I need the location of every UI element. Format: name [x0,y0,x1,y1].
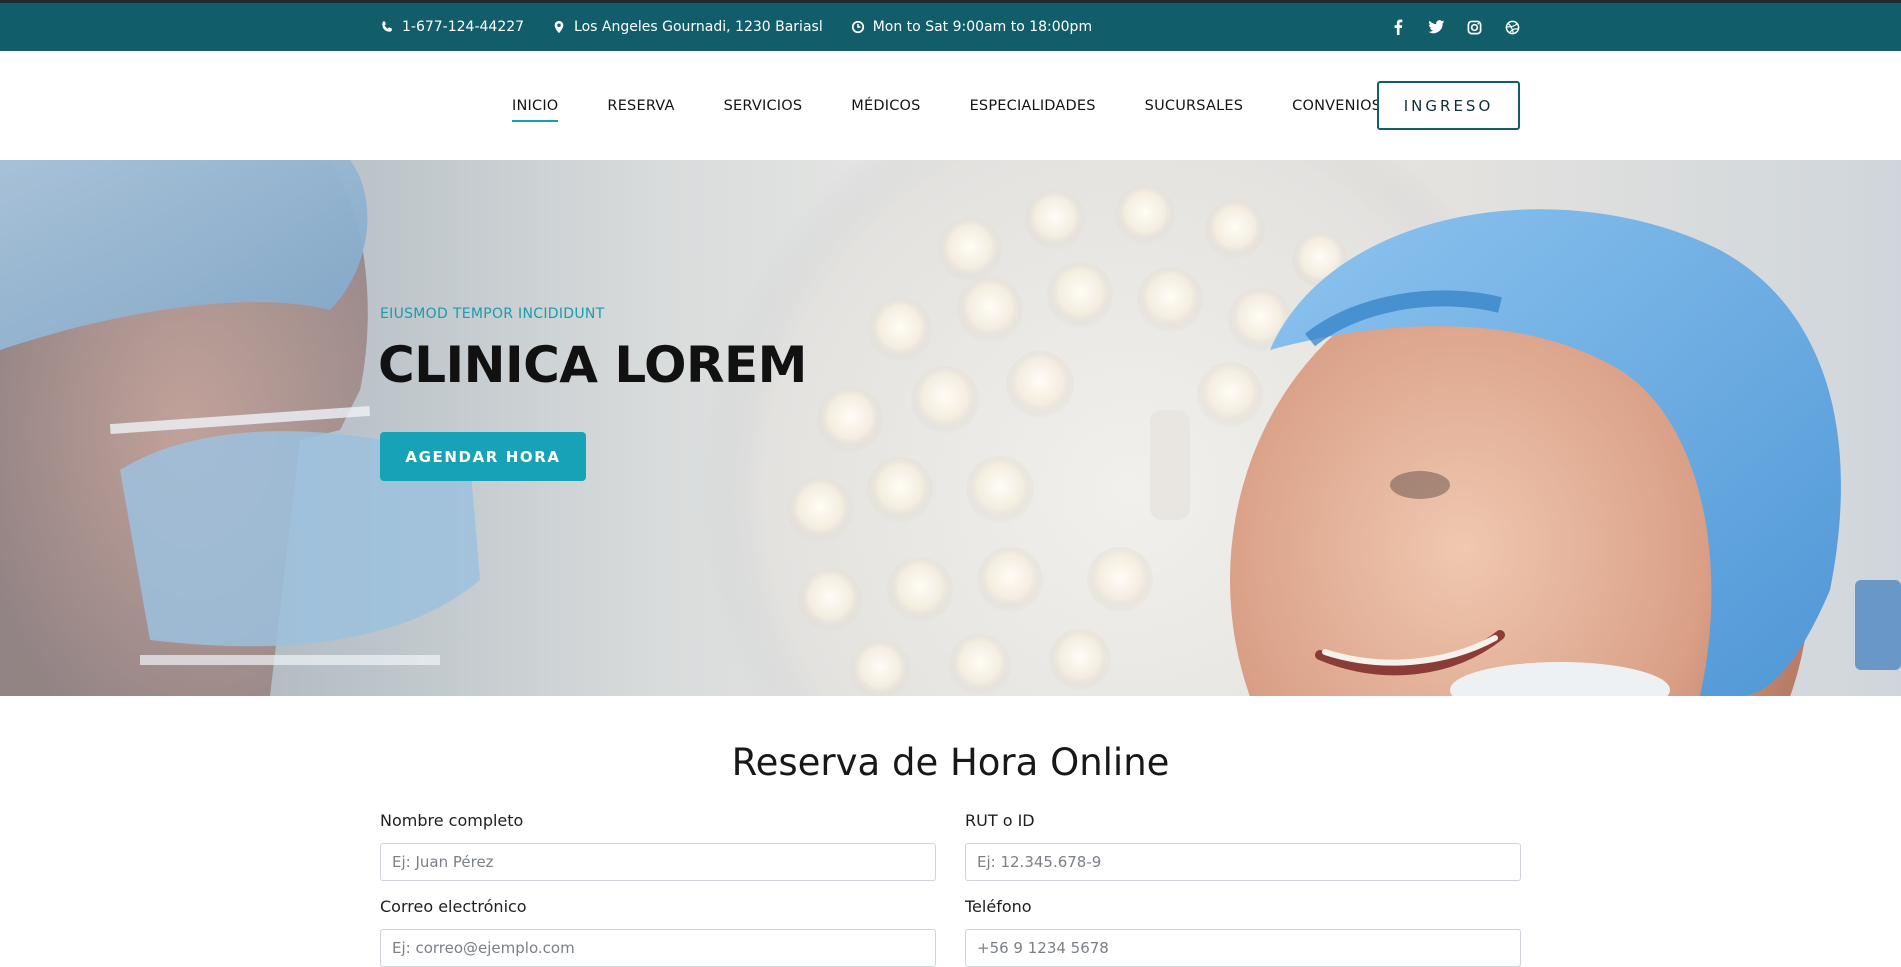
email-label: Correo electrónico [380,897,527,916]
nav-item-servicios[interactable]: SERVICIOS [724,94,803,118]
nav-item-medicos[interactable]: MÉDICOS [851,94,920,118]
email-input[interactable] [380,929,936,967]
nav-item-sucursales[interactable]: SUCURSALES [1145,94,1243,118]
full-name-label: Nombre completo [380,811,524,830]
facebook-icon[interactable] [1389,18,1407,36]
booking-title: Reserva de Hora Online [731,741,1170,784]
rut-label: RUT o ID [965,811,1035,830]
address-text: Los Angeles Gournadi, 1230 Bariasl [574,19,823,35]
hero-background-image [0,160,1901,696]
rut-input[interactable] [965,843,1521,881]
book-appointment-button[interactable]: AGENDAR HORA [380,432,586,481]
booking-section: Reserva de Hora Online Nombre completo R… [0,696,1901,967]
map-pin-icon [554,20,564,34]
full-name-input[interactable] [380,843,936,881]
hero-banner: EIUSMOD TEMPOR INCIDIDUNT CLINICA LOREM … [0,160,1901,696]
instagram-icon[interactable] [1465,18,1483,36]
social-links [1389,18,1521,36]
hero-eyebrow: EIUSMOD TEMPOR INCIDIDUNT [380,306,605,322]
main-nav: INICIO RESERVA SERVICIOS MÉDICOS ESPECIA… [0,51,1901,160]
phone-input[interactable] [965,929,1521,967]
dribbble-icon[interactable] [1503,18,1521,36]
hours-contact: Mon to Sat 9:00am to 18:00pm [851,19,1092,35]
nav-item-convenios[interactable]: CONVENIOS [1292,94,1381,118]
nav-item-especialidades[interactable]: ESPECIALIDADES [970,94,1096,118]
clock-icon [851,20,864,34]
address-contact: Los Angeles Gournadi, 1230 Bariasl [552,19,823,35]
phone-number: 1-677-124-44227 [402,19,525,35]
phone-contact[interactable]: 1-677-124-44227 [380,19,524,35]
nav-item-reserva[interactable]: RESERVA [607,94,674,118]
nav-menu: INICIO RESERVA SERVICIOS MÉDICOS ESPECIA… [512,51,1381,160]
login-button[interactable]: INGRESO [1377,81,1520,130]
nav-item-inicio[interactable]: INICIO [512,94,559,122]
hero-title: CLINICA LOREM [378,336,807,394]
top-bar: 1-677-124-44227 Los Angeles Gournadi, 12… [0,0,1901,51]
twitter-icon[interactable] [1427,18,1445,36]
phone-icon [382,21,392,32]
hours-text: Mon to Sat 9:00am to 18:00pm [872,19,1093,35]
phone-label: Teléfono [965,897,1032,916]
